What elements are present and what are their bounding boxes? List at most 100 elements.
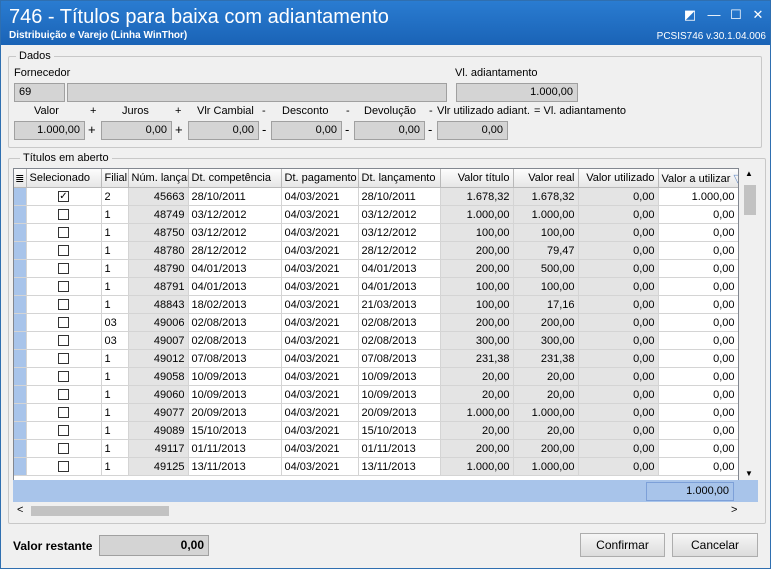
table-row[interactable]: 1 49058 10/09/2013 04/03/2021 10/09/2013 20,0… — [14, 367, 738, 386]
checkbox-checked[interactable]: ✓ — [58, 191, 69, 203]
col-valor-titulo[interactable]: Valor título — [440, 169, 514, 188]
row-indicator[interactable] — [14, 259, 27, 278]
checkbox[interactable] — [58, 263, 69, 275]
col-dt-lancamento[interactable]: Dt. lançamento — [358, 169, 441, 188]
minimize-icon[interactable]: — — [705, 7, 723, 23]
cell-valor-utilizar[interactable]: 0,00 — [658, 439, 738, 458]
table-row[interactable]: 1 48780 28/12/2012 04/03/2021 28/12/2012 200,… — [14, 241, 738, 260]
cell-valor-utilizar[interactable]: 0,00 — [658, 367, 738, 386]
checkbox[interactable] — [58, 461, 69, 473]
grid-menu-icon[interactable]: ≣ — [14, 169, 27, 188]
cell-valor-utilizar[interactable]: 0,00 — [658, 205, 738, 224]
table-row[interactable]: 1 48749 03/12/2012 04/03/2021 03/12/2012 1.00… — [14, 205, 738, 224]
cell-valor-utilizar[interactable]: 0,00 — [658, 349, 738, 368]
scroll-left-icon[interactable]: < — [17, 504, 23, 516]
cell-valor-utilizar[interactable]: 0,00 — [658, 223, 738, 242]
checkbox[interactable] — [58, 209, 69, 221]
col-dt-competencia[interactable]: Dt. competência — [188, 169, 282, 188]
devolucao-field[interactable]: 0,00 — [354, 121, 425, 140]
desconto-field[interactable]: 0,00 — [271, 121, 342, 140]
vl-adiantamento-field[interactable]: 1.000,00 — [456, 83, 578, 102]
row-indicator[interactable] — [14, 439, 27, 458]
table-row[interactable]: 1 49117 01/11/2013 04/03/2021 01/11/2013 200,… — [14, 439, 738, 458]
row-indicator[interactable] — [14, 241, 27, 260]
table-row[interactable]: 1 48843 18/02/2013 04/03/2021 21/03/2013 100,… — [14, 295, 738, 314]
row-indicator[interactable] — [14, 295, 27, 314]
maximize-icon[interactable]: ☐ — [727, 7, 745, 23]
table-row[interactable]: 03 49006 02/08/2013 04/03/2021 02/08/2013 200… — [14, 313, 738, 332]
checkbox[interactable] — [58, 425, 69, 437]
checkbox[interactable] — [58, 353, 69, 365]
table-row[interactable]: 1 48750 03/12/2012 04/03/2021 03/12/2012 100,… — [14, 223, 738, 242]
row-indicator[interactable] — [14, 367, 27, 386]
restore-icon[interactable]: ◩ — [681, 7, 699, 23]
row-indicator[interactable] — [14, 331, 27, 350]
table-row[interactable]: 1 49089 15/10/2013 04/03/2021 15/10/2013 20,0… — [14, 421, 738, 440]
vertical-scrollbar[interactable]: ▲ ▼ — [742, 168, 758, 479]
checkbox[interactable] — [58, 389, 69, 401]
table-row[interactable]: 1 49012 07/08/2013 04/03/2021 07/08/2013 231,… — [14, 349, 738, 368]
col-selecionado[interactable]: Selecionado — [26, 169, 102, 188]
table-row[interactable]: ✓ 2 45663 28/10/2011 04/03/2021 28/10/2011 1.6… — [14, 187, 738, 206]
table-row[interactable]: 1 49125 13/11/2013 04/03/2021 13/11/2013 1.00… — [14, 457, 738, 476]
cell-valor-utilizar[interactable]: 0,00 — [658, 457, 738, 476]
row-indicator[interactable] — [14, 403, 27, 422]
table-row[interactable]: 1 49060 10/09/2013 04/03/2021 10/09/2013 20,0… — [14, 385, 738, 404]
cell-valor-utilizar[interactable]: 0,00 — [658, 331, 738, 350]
cell-valor-utilizar[interactable]: 0,00 — [658, 385, 738, 404]
row-indicator[interactable] — [14, 349, 27, 368]
row-indicator[interactable] — [14, 457, 27, 476]
scroll-right-icon[interactable]: > — [731, 504, 737, 516]
row-indicator[interactable] — [14, 313, 27, 332]
cell-valor-utilizar[interactable]: 1.000,00 — [658, 187, 738, 206]
table-row[interactable]: 03 49007 02/08/2013 04/03/2021 02/08/2013 300… — [14, 331, 738, 350]
checkbox[interactable] — [58, 317, 69, 329]
col-valor-utilizar[interactable]: Valor a utilizar ▽ — [658, 169, 738, 188]
cell-valor-utilizar[interactable]: 0,00 — [658, 259, 738, 278]
cell-valor-utilizado: 0,00 — [578, 439, 659, 458]
scroll-down-icon[interactable]: ▼ — [745, 469, 753, 478]
table-row[interactable]: 1 49077 20/09/2013 04/03/2021 20/09/2013 1.00… — [14, 403, 738, 422]
col-filial[interactable]: Filial — [101, 169, 129, 188]
col-dt-pagamento[interactable]: Dt. pagamento — [281, 169, 359, 188]
checkbox[interactable] — [58, 245, 69, 257]
juros-field[interactable]: 0,00 — [101, 121, 172, 140]
checkbox[interactable] — [58, 299, 69, 311]
cell-valor-utilizar[interactable]: 0,00 — [658, 277, 738, 296]
col-num-lancamento[interactable]: Núm. lançamento — [128, 169, 189, 188]
close-icon[interactable]: ✕ — [749, 7, 767, 23]
table-row[interactable]: 1 48790 04/01/2013 04/03/2021 04/01/2013 200,… — [14, 259, 738, 278]
col-valor-real[interactable]: Valor real — [513, 169, 579, 188]
checkbox[interactable] — [58, 443, 69, 455]
valor-field[interactable]: 1.000,00 — [14, 121, 85, 140]
row-indicator[interactable] — [14, 385, 27, 404]
cell-valor-utilizar[interactable]: 0,00 — [658, 295, 738, 314]
vscroll-thumb[interactable] — [744, 185, 756, 215]
row-indicator[interactable] — [14, 205, 27, 224]
fornecedor-name-field[interactable] — [67, 83, 447, 102]
scroll-up-icon[interactable]: ▲ — [745, 169, 753, 178]
hscroll-thumb[interactable] — [31, 506, 169, 516]
cambial-field[interactable]: 0,00 — [188, 121, 259, 140]
utilizado-field[interactable]: 0,00 — [437, 121, 508, 140]
cell-valor-utilizar[interactable]: 0,00 — [658, 403, 738, 422]
row-indicator[interactable] — [14, 421, 27, 440]
table-row[interactable]: 1 48791 04/01/2013 04/03/2021 04/01/2013 100,… — [14, 277, 738, 296]
row-indicator[interactable] — [14, 277, 27, 296]
col-valor-utilizado[interactable]: Valor utilizado — [578, 169, 659, 188]
row-indicator[interactable] — [14, 223, 27, 242]
cell-valor-utilizar[interactable]: 0,00 — [658, 241, 738, 260]
checkbox[interactable] — [58, 335, 69, 347]
checkbox[interactable] — [58, 407, 69, 419]
row-indicator[interactable] — [14, 187, 27, 206]
fornecedor-code-field[interactable]: 69 — [14, 83, 65, 102]
checkbox[interactable] — [58, 281, 69, 293]
horizontal-scrollbar[interactable]: < > — [13, 503, 758, 519]
checkbox[interactable] — [58, 227, 69, 239]
sort-icon[interactable]: ▽ — [733, 173, 737, 185]
cell-valor-utilizar[interactable]: 0,00 — [658, 421, 738, 440]
cancelar-button[interactable]: Cancelar — [672, 533, 758, 557]
cell-valor-utilizar[interactable]: 0,00 — [658, 313, 738, 332]
checkbox[interactable] — [58, 371, 69, 383]
confirmar-button[interactable]: Confirmar — [580, 533, 665, 557]
